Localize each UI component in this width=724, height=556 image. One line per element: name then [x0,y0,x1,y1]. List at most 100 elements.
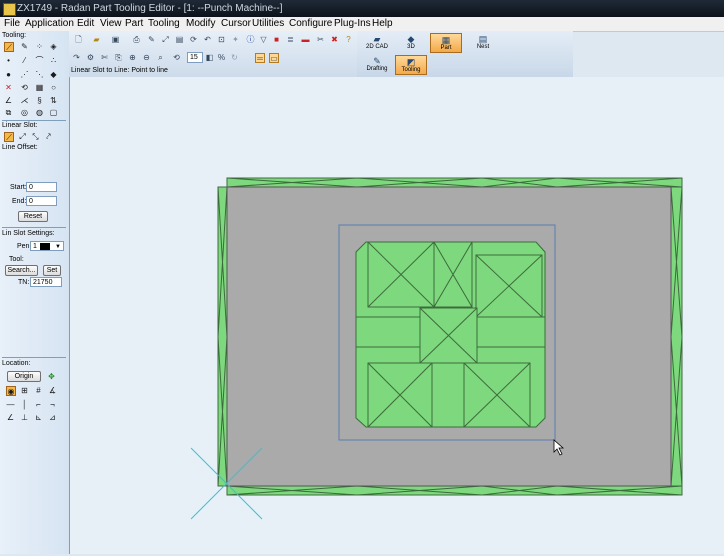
menu-view[interactable]: View [100,18,122,29]
fit-view-icon[interactable]: ⊡ [217,35,226,44]
save-icon[interactable]: ▣ [111,35,120,44]
start-field[interactable]: 0 [26,182,57,192]
tool-round-icon[interactable]: ◍ [35,108,44,117]
mode-2d-cad[interactable]: ▰ 2D CAD [361,33,393,53]
filter-icon[interactable]: ▽ [259,35,268,44]
vertical-line-icon[interactable]: │ [20,400,29,409]
arc-hit-icon[interactable]: ⌒ [35,56,44,65]
menu-file[interactable]: File [4,18,20,29]
order-icon[interactable]: ⇅ [49,96,58,105]
angle-spin-icon[interactable]: ◧ [205,53,214,62]
slot-point-to-line-icon[interactable]: ⟋ [4,132,14,142]
set-button[interactable]: Set [43,265,61,276]
menu-utilities[interactable]: Utilities [252,18,284,29]
new-file-icon[interactable]: 🗋 [74,35,83,44]
slot-angle-icon[interactable]: ⤡ [31,132,40,141]
sequence-icon[interactable]: § [35,96,44,105]
diagonal-snap-icon[interactable]: ⊿ [48,413,57,422]
menu-cursor[interactable]: Cursor [221,18,251,29]
mode-tooling[interactable]: ◩ Tooling [395,55,427,75]
menu-modify[interactable]: Modify [186,18,215,29]
corner-line-icon[interactable]: ⌐ [34,400,43,409]
layers-icon[interactable]: ≣ [286,35,295,44]
mode-part[interactable]: ▦ Part [430,33,462,53]
view-frame-icon[interactable]: ▭ [269,53,279,63]
center-tooling[interactable] [355,241,546,428]
dot-line-icon[interactable]: ⋰ [20,70,29,79]
mode-3d[interactable]: ◆ 3D [395,33,427,53]
reset-button[interactable]: Reset [18,211,48,222]
zoom-in-icon[interactable]: ⊕ [128,53,137,62]
zoom-out-icon[interactable]: ⊖ [142,53,151,62]
linear-slot-tool-icon[interactable]: ⟋ [4,42,14,52]
help-icon[interactable]: ? [344,35,353,44]
angle-icon[interactable]: ∠ [4,96,13,105]
snap-grid-fine-icon[interactable]: # [34,386,43,395]
menu-part[interactable]: Part [125,18,143,29]
tool-frame-icon[interactable]: ⧉ [4,108,13,117]
snap-grid-icon[interactable]: ⊞ [20,386,29,395]
point-icon[interactable]: ● [4,70,13,79]
search-button[interactable]: Search... [5,265,38,276]
shear-icon[interactable]: ⋌ [20,96,29,105]
tool-settings-icon[interactable]: ⚙ [86,53,95,62]
hit-tool-icon[interactable]: ◈ [49,42,58,51]
mode-nest[interactable]: ▤ Nest [467,33,499,53]
wrench-icon[interactable]: ✂ [316,35,325,44]
edit-pencil-icon[interactable]: ✎ [147,35,156,44]
delete-tool-icon[interactable]: ✕ [4,83,13,92]
rotate-right-icon[interactable]: ↻ [230,53,239,62]
canvas-svg[interactable] [70,77,724,554]
tool-rotate-icon[interactable]: ⟲ [20,83,29,92]
slot-offset-icon[interactable]: ⤤ [44,132,53,141]
tag-icon[interactable]: ■ [272,35,281,44]
single-hit-icon[interactable]: • [4,56,13,65]
circle-tool-icon[interactable]: ○ [49,83,58,92]
origin-crosshair-icon[interactable]: ✥ [47,372,56,381]
close-red-icon[interactable]: ✖ [330,35,339,44]
properties-icon[interactable]: ▤ [175,35,184,44]
redraw-icon[interactable]: ⟳ [189,35,198,44]
end-field[interactable]: 0 [26,196,57,206]
menu-edit[interactable]: Edit [77,18,94,29]
drawing-canvas[interactable] [70,77,724,554]
pen-select[interactable]: 1 ▼ [30,241,64,251]
tool-square-icon[interactable]: ▢ [49,108,58,117]
target-icon[interactable]: ◎ [20,108,29,117]
cut-icon[interactable]: ✄ [100,53,109,62]
undo-arrow-icon[interactable]: ↷ [72,53,81,62]
print-icon[interactable]: ⎙ [132,35,141,44]
copy-icon[interactable]: ⎘ [114,53,123,62]
diamond-icon[interactable]: ◆ [49,70,58,79]
grid-hit-icon[interactable]: ∴ [49,56,58,65]
menu-application[interactable]: Application [25,18,74,29]
snap-angle-icon[interactable]: ∡ [48,386,57,395]
measure-icon[interactable]: ⤢ [161,35,170,44]
view-horizontal-icon[interactable]: ═ [255,53,265,63]
perp-snap-icon[interactable]: ⊥ [20,413,29,422]
undo-icon[interactable]: ↶ [203,35,212,44]
menu-help[interactable]: Help [372,18,393,29]
pencil-tool-icon[interactable]: ✎ [20,42,29,51]
lock-icon[interactable]: ▬ [301,35,310,44]
nibble-line-icon[interactable]: ⁄ [20,56,29,65]
mode-drafting[interactable]: ✎ Drafting [361,55,393,75]
snap-point-icon[interactable]: ◉ [6,386,16,396]
refresh-icon[interactable]: ⟲ [172,53,181,62]
tool-group-icon[interactable]: ▦ [35,83,44,92]
disabled-star-icon[interactable]: ✦ [231,35,240,44]
info-icon[interactable]: ⓘ [246,35,255,44]
horizontal-line-icon[interactable]: — [6,400,15,409]
open-folder-icon[interactable]: ▰ [92,35,101,44]
menu-configure[interactable]: Configure [289,18,332,29]
corner-right-icon[interactable]: ¬ [48,400,57,409]
origin-button[interactable]: Origin [7,371,41,382]
angle-snap-icon[interactable]: ∠ [6,413,15,422]
dot-arc-icon[interactable]: ⋱ [35,70,44,79]
slot-along-line-icon[interactable]: ⤢ [18,132,27,141]
zoom-window-icon[interactable]: ⌕ [156,53,165,62]
tn-field[interactable]: 21750 [30,277,62,287]
slot-pattern-icon[interactable]: ⁘ [35,42,44,51]
menu-tooling[interactable]: Tooling [148,18,180,29]
angle-spin-field[interactable]: 15 [187,52,203,63]
